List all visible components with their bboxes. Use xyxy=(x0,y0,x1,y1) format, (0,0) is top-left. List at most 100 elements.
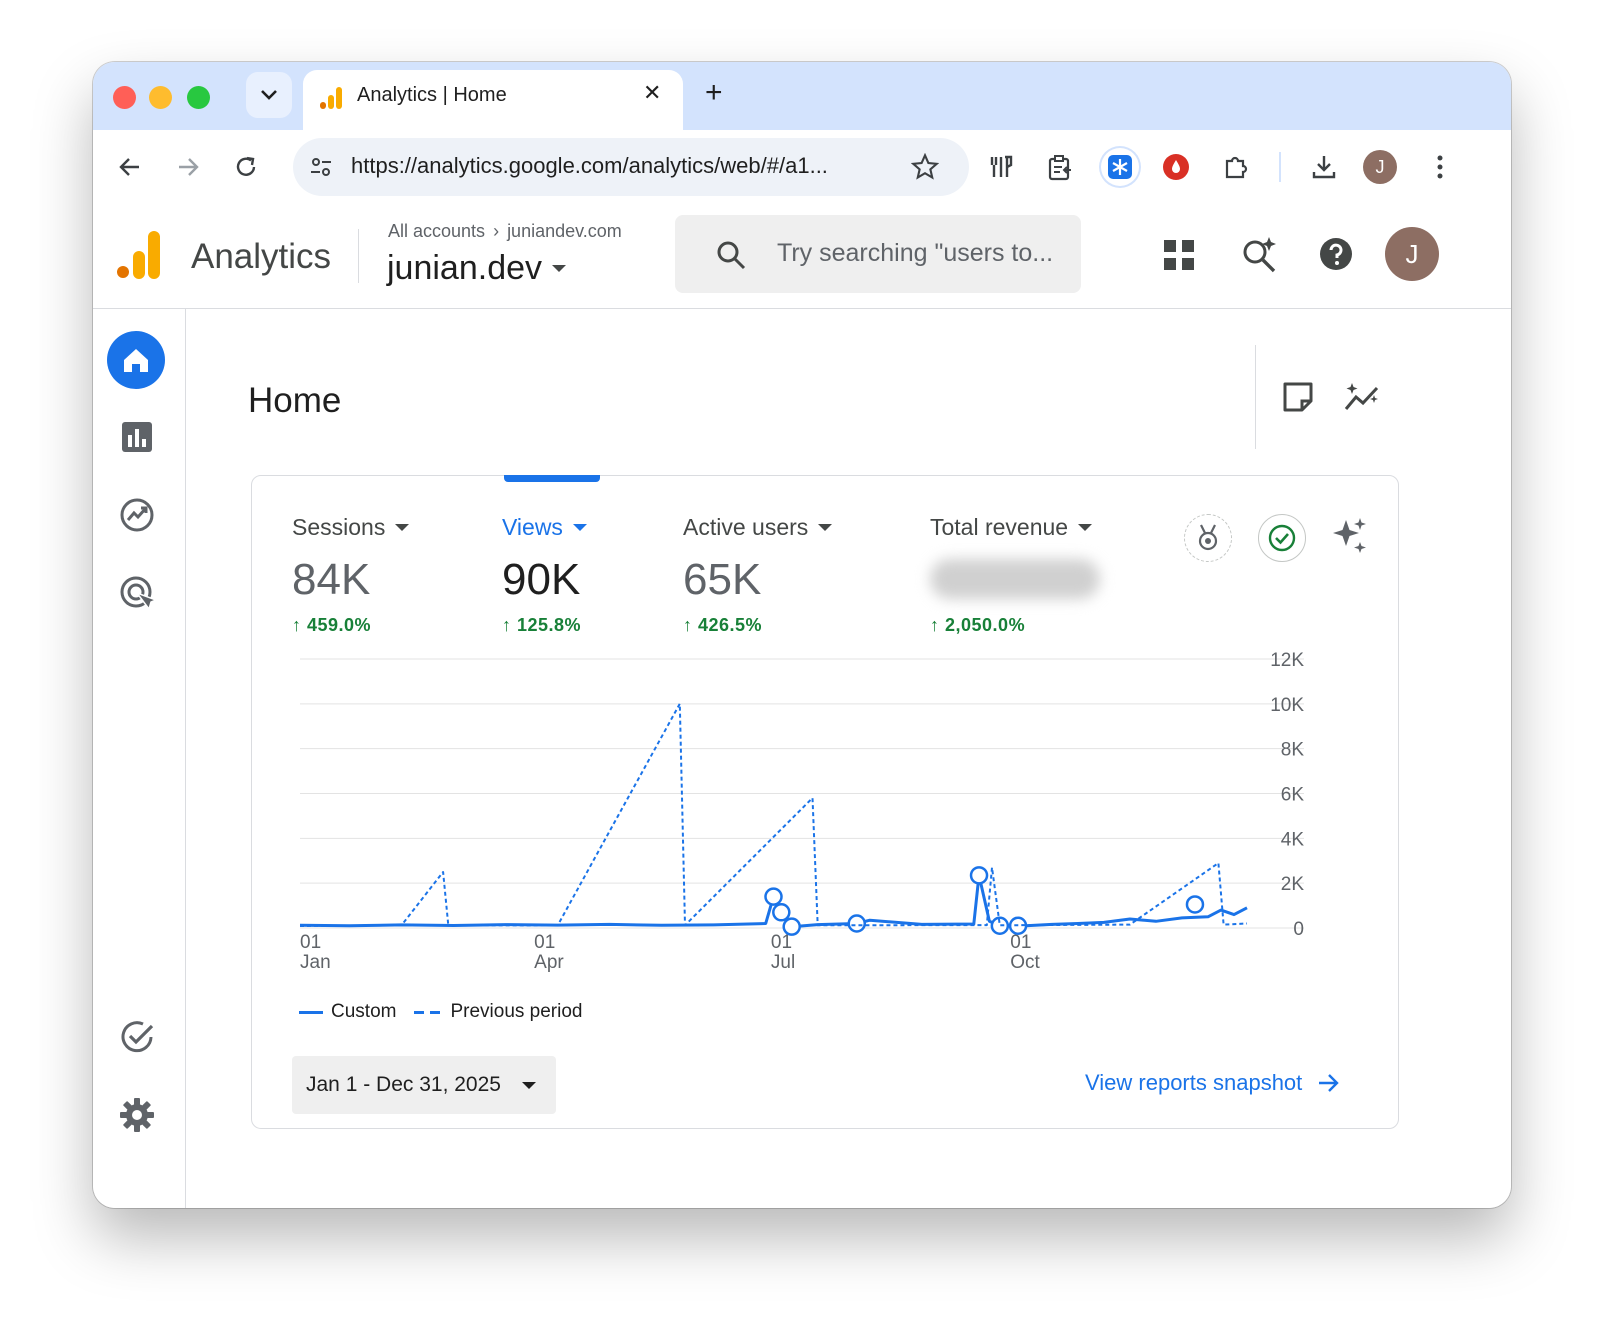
search-icon xyxy=(717,241,746,270)
notes-icon[interactable] xyxy=(1282,381,1314,413)
settings-gear-icon[interactable] xyxy=(119,1097,155,1133)
close-window-button[interactable] xyxy=(113,86,136,109)
help-icon[interactable] xyxy=(1319,237,1353,271)
close-tab-icon[interactable]: ✕ xyxy=(643,80,661,106)
back-icon[interactable] xyxy=(117,154,143,180)
extension-icon-1[interactable] xyxy=(985,150,1019,184)
selected-metric-indicator xyxy=(504,475,600,482)
analytics-logo-icon xyxy=(320,87,342,109)
forward-icon[interactable] xyxy=(175,154,201,180)
caret-down-icon xyxy=(572,524,587,531)
chart-legend: Custom Previous period xyxy=(299,1001,583,1023)
extension-icon-3[interactable] xyxy=(1101,148,1139,186)
browser-menu-button[interactable] xyxy=(1423,150,1457,184)
admin-checklist-icon[interactable] xyxy=(119,1019,155,1055)
data-quality-button[interactable] xyxy=(1258,514,1306,562)
annotation-marker xyxy=(764,887,783,906)
minimize-window-button[interactable] xyxy=(149,86,172,109)
x-tick-month-label: Jan xyxy=(300,952,331,973)
breadcrumb-root[interactable]: All accounts xyxy=(388,221,485,242)
legend-dashed-swatch xyxy=(414,1010,443,1014)
metric-total-revenue[interactable]: Total revenue ↑ 2,050.0% xyxy=(930,514,1100,636)
tools-extension-icon xyxy=(990,155,1013,177)
tab-search-button[interactable] xyxy=(246,72,292,118)
more-vert-icon xyxy=(1437,155,1443,179)
apps-grid-icon[interactable] xyxy=(1163,239,1195,271)
ai-sparkle-icon[interactable] xyxy=(1330,516,1370,556)
page-title: Home xyxy=(248,381,342,420)
breadcrumb[interactable]: All accounts › juniandev.com xyxy=(388,221,622,242)
y-tick-label: 12K xyxy=(1270,650,1304,671)
extension-icon-2[interactable] xyxy=(1043,150,1077,184)
arrow-right-icon xyxy=(1319,1074,1340,1092)
header-action-divider xyxy=(1255,345,1256,449)
left-nav xyxy=(93,309,186,1208)
metric-sessions[interactable]: Sessions 84K ↑ 459.0% xyxy=(292,514,410,636)
address-bar[interactable]: https://analytics.google.com/analytics/w… xyxy=(293,138,969,196)
legend-previous-label: Previous period xyxy=(450,1001,583,1022)
arrow-up-icon: ↑ xyxy=(292,615,308,635)
annotation-marker xyxy=(847,914,867,933)
metric-total-revenue-change: 2,050.0% xyxy=(945,615,1026,635)
y-tick-label: 2K xyxy=(1281,874,1305,895)
chevron-down-icon xyxy=(261,90,277,100)
extension-icon-4[interactable] xyxy=(1159,150,1193,184)
annotation-marker xyxy=(772,903,791,922)
y-tick-label: 4K xyxy=(1281,829,1305,850)
home-overview-card: Sessions 84K ↑ 459.0% Views 90K ↑ 125.8%… xyxy=(251,475,1399,1129)
reload-icon[interactable] xyxy=(233,154,259,180)
annotation-marker xyxy=(969,866,989,885)
explore-icon[interactable] xyxy=(119,497,155,533)
views-line-chart[interactable]: 12K10K8K6K4K2K001Jan01Apr01Jul01Oct xyxy=(252,636,1398,986)
metric-views-change: 125.8% xyxy=(517,615,582,635)
ask-insights-search-icon[interactable] xyxy=(1241,235,1279,273)
legend-solid-swatch xyxy=(299,1010,323,1014)
y-tick-label: 10K xyxy=(1270,695,1304,716)
property-selector[interactable]: junian.dev xyxy=(387,249,567,288)
annotation-marker xyxy=(782,917,801,936)
y-tick-label: 6K xyxy=(1281,785,1305,806)
tab-analytics-home[interactable]: Analytics | Home ✕ xyxy=(303,70,683,130)
nav-home[interactable] xyxy=(107,331,165,389)
x-tick-day-label: 01 xyxy=(534,932,555,953)
app-header: Analytics All accounts › juniandev.com j… xyxy=(93,205,1511,309)
caret-down-icon xyxy=(552,265,567,272)
search-placeholder: Try searching "users to... xyxy=(777,239,1054,267)
caret-down-icon xyxy=(818,524,833,531)
extensions-menu-button[interactable] xyxy=(1219,150,1253,184)
main-content: Home Sessions 84K ↑ 459.0% Views 90K ↑ 1… xyxy=(186,309,1511,1208)
date-range-text: Jan 1 - Dec 31, 2025 xyxy=(306,1073,501,1096)
view-reports-snapshot-link[interactable]: View reports snapshot xyxy=(1085,1070,1340,1096)
maximize-window-button[interactable] xyxy=(187,86,210,109)
metric-active-users[interactable]: Active users 65K ↑ 426.5% xyxy=(683,514,833,636)
analytics-logo-icon[interactable] xyxy=(117,231,161,279)
x-tick-month-label: Oct xyxy=(1010,952,1040,973)
download-icon xyxy=(1312,156,1336,179)
snowflake-extension-icon xyxy=(1108,155,1132,179)
arrow-up-icon: ↑ xyxy=(683,615,699,635)
check-circle-icon xyxy=(1268,524,1296,552)
search-box[interactable]: Try searching "users to... xyxy=(675,215,1081,293)
metric-views[interactable]: Views 90K ↑ 125.8% xyxy=(502,514,587,636)
breadcrumb-account[interactable]: juniandev.com xyxy=(507,221,622,242)
drop-extension-icon xyxy=(1163,154,1189,180)
reports-bar-chart-icon[interactable] xyxy=(121,421,153,453)
site-settings-icon[interactable] xyxy=(309,155,333,179)
downloads-button[interactable] xyxy=(1307,150,1341,184)
profile-button[interactable]: J xyxy=(1363,150,1397,184)
caret-down-icon xyxy=(395,524,410,531)
annotation-marker xyxy=(1185,895,1205,914)
arrow-up-icon: ↑ xyxy=(930,615,946,635)
account-avatar[interactable]: J xyxy=(1385,227,1439,281)
home-icon xyxy=(124,349,148,372)
chevron-right-icon: › xyxy=(493,221,500,241)
bookmark-star-icon[interactable] xyxy=(911,153,939,181)
date-range-selector[interactable]: Jan 1 - Dec 31, 2025 xyxy=(292,1056,556,1114)
metric-views-label: Views xyxy=(502,514,563,540)
benchmark-button[interactable] xyxy=(1184,514,1232,562)
advertising-target-icon[interactable] xyxy=(119,575,157,613)
y-tick-label: 8K xyxy=(1281,740,1305,761)
new-tab-button[interactable]: + xyxy=(705,76,723,110)
insights-sparkle-icon[interactable] xyxy=(1344,381,1382,413)
medal-icon xyxy=(1198,524,1218,551)
